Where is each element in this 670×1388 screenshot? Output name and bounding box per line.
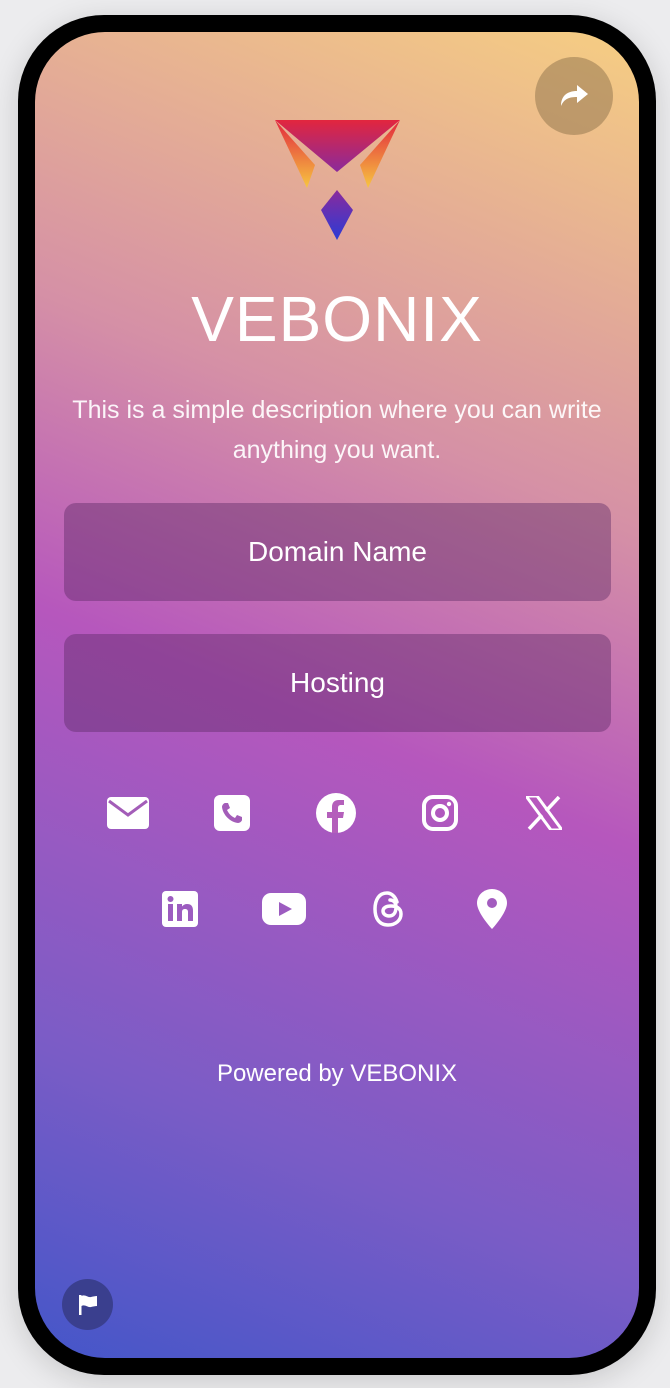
share-arrow-icon bbox=[561, 85, 588, 106]
report-button[interactable] bbox=[62, 1279, 113, 1330]
linkedin-icon bbox=[162, 891, 198, 927]
phone-icon bbox=[214, 795, 250, 831]
location-icon bbox=[477, 889, 507, 929]
social-icons-row-1 bbox=[76, 783, 596, 843]
location-link[interactable] bbox=[440, 879, 544, 939]
facebook-icon bbox=[316, 793, 356, 833]
x-link[interactable] bbox=[492, 783, 596, 843]
linkedin-link[interactable] bbox=[128, 879, 232, 939]
share-button[interactable] bbox=[535, 57, 613, 135]
profile-description: This is a simple description where you c… bbox=[72, 396, 602, 464]
phone-link[interactable] bbox=[180, 783, 284, 843]
threads-icon bbox=[373, 891, 403, 927]
threads-link[interactable] bbox=[336, 879, 440, 939]
link-button-hosting[interactable]: Hosting bbox=[64, 634, 611, 732]
flag-icon bbox=[78, 1294, 97, 1315]
powered-by-footer: Powered by VEBONIX bbox=[216, 1060, 458, 1087]
page-title: VEBONIX bbox=[191, 283, 483, 355]
facebook-link[interactable] bbox=[284, 783, 388, 843]
x-icon bbox=[526, 796, 562, 830]
link-button-domain-name[interactable]: Domain Name bbox=[64, 503, 611, 601]
youtube-link[interactable] bbox=[232, 879, 336, 939]
email-link[interactable] bbox=[76, 783, 180, 843]
brand-logo-icon bbox=[275, 120, 400, 240]
phone-frame: VEBONIX This is a simple description whe… bbox=[18, 15, 656, 1375]
email-icon bbox=[107, 797, 149, 829]
social-icons-row-2 bbox=[128, 879, 544, 939]
instagram-icon bbox=[422, 795, 458, 831]
screen: VEBONIX This is a simple description whe… bbox=[35, 32, 639, 1358]
instagram-link[interactable] bbox=[388, 783, 492, 843]
youtube-icon bbox=[262, 893, 306, 925]
